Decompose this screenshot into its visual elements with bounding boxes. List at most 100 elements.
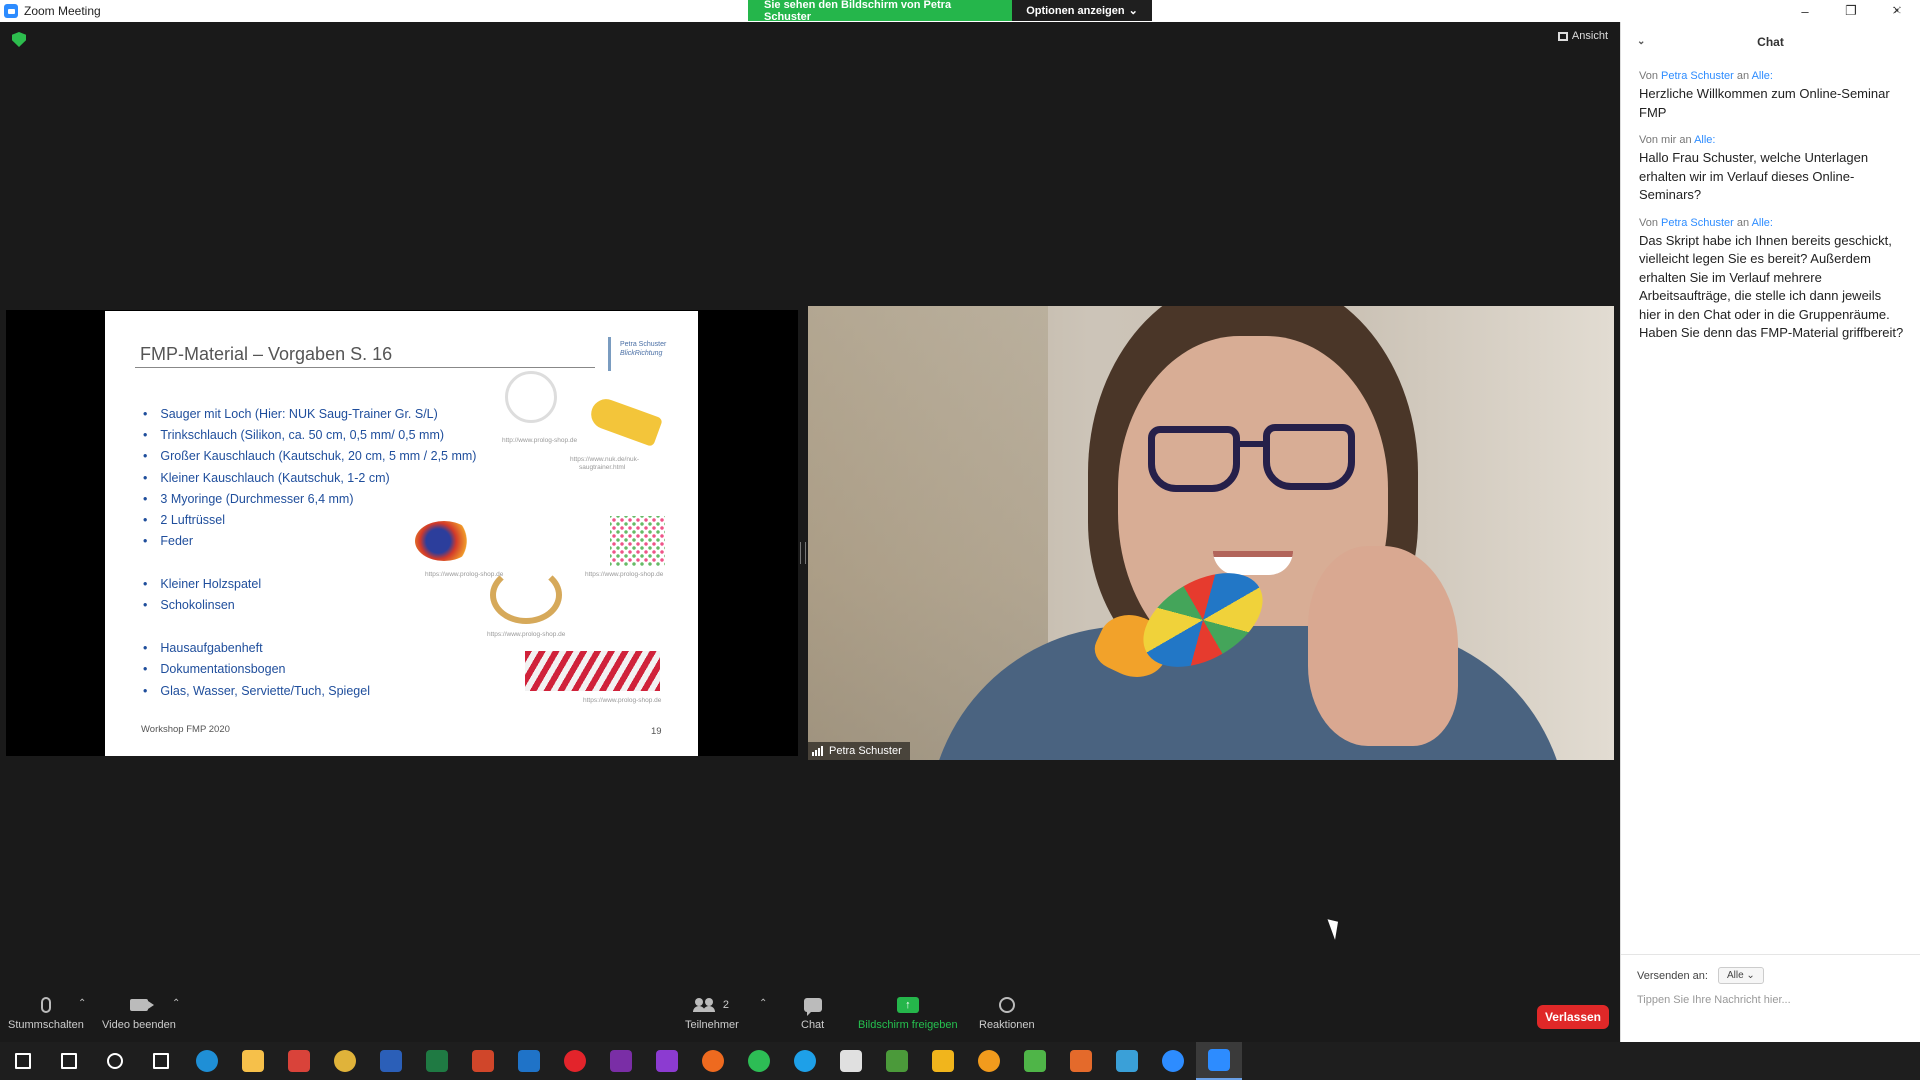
message-sender[interactable]: Petra Schuster <box>1661 70 1734 82</box>
image-source-2b: saugtrainer.html <box>579 464 626 471</box>
view-label: Ansicht <box>1571 30 1608 42</box>
windows-start-taskbar-button[interactable] <box>0 1042 46 1080</box>
app-green-doc-taskbar-button[interactable] <box>874 1042 920 1080</box>
zoom-app-icon <box>4 4 18 18</box>
app-chat-taskbar-button[interactable] <box>1150 1042 1196 1080</box>
message-recipient[interactable]: Alle: <box>1752 70 1773 82</box>
slide-list-spacer <box>143 616 476 637</box>
word-taskbar-button[interactable] <box>368 1042 414 1080</box>
participants-options-caret[interactable]: ⌃ <box>759 998 767 1009</box>
app-puzzle-taskbar-button[interactable] <box>1012 1042 1058 1080</box>
mute-button[interactable]: Stummschalten <box>8 994 84 1031</box>
excel-taskbar-button[interactable] <box>414 1042 460 1080</box>
onenote-taskbar-button[interactable] <box>598 1042 644 1080</box>
presentation-slide: FMP-Material – Vorgaben S. 16 Petra Schu… <box>105 311 698 756</box>
search-taskbar-button[interactable] <box>46 1042 92 1080</box>
cortana-taskbar-button[interactable] <box>92 1042 138 1080</box>
stop-video-label: Video beenden <box>102 1019 176 1031</box>
zoom-taskbar-button[interactable] <box>1196 1042 1242 1080</box>
task-view-taskbar-button[interactable] <box>138 1042 184 1080</box>
send-to-value: Alle <box>1726 970 1744 981</box>
excel-icon <box>426 1050 448 1072</box>
lock-icon <box>932 1050 954 1072</box>
slide-page-number: 19 <box>651 726 662 737</box>
product-image-nuk-trainer <box>586 394 664 448</box>
slack-taskbar-button[interactable] <box>828 1042 874 1080</box>
chat-message: Von Petra Schuster an Alle: Das Skript h… <box>1621 217 1920 343</box>
video-options-caret[interactable]: ⌃ <box>172 998 180 1009</box>
chrome-icon <box>334 1050 356 1072</box>
outlook-icon <box>518 1050 540 1072</box>
file-explorer-taskbar-button[interactable] <box>230 1042 276 1080</box>
firefox-taskbar-button[interactable] <box>690 1042 736 1080</box>
app-red-icon <box>288 1050 310 1072</box>
image-source-6: https://www.prolog-shop.de <box>583 697 662 704</box>
chevron-down-icon[interactable]: ⌄ <box>1637 36 1645 47</box>
app-gear-icon <box>1070 1050 1092 1072</box>
powerpoint-taskbar-button[interactable] <box>460 1042 506 1080</box>
share-screen-label: Bildschirm freigeben <box>858 1019 958 1031</box>
whatsapp-taskbar-button[interactable] <box>736 1042 782 1080</box>
onenote-icon <box>610 1050 632 1072</box>
leave-button[interactable]: Verlassen <box>1537 1005 1609 1029</box>
app-red-taskbar-button[interactable] <box>276 1042 322 1080</box>
meta-prefix: Von <box>1639 216 1658 229</box>
edge-taskbar-button[interactable] <box>184 1042 230 1080</box>
chat-message-meta: Von Petra Schuster an Alle: <box>1639 70 1904 82</box>
view-options-button[interactable]: Optionen anzeigen ⌄ <box>1012 0 1152 21</box>
reactions-button[interactable]: Reaktionen <box>979 994 1035 1031</box>
app-gear-taskbar-button[interactable] <box>1058 1042 1104 1080</box>
reactions-label: Reaktionen <box>979 1019 1035 1031</box>
meeting-area: Ansicht FMP-Material – Vorgaben S. 16 Pe… <box>0 22 1620 990</box>
view-button[interactable]: Ansicht <box>1557 30 1608 42</box>
meta-to-word: an <box>1736 216 1750 229</box>
chat-panel: ⌄ Chat Von Petra Schuster an Alle: Herzl… <box>1620 22 1920 1042</box>
participant-name-tag: Petra Schuster <box>808 742 910 760</box>
participant-video[interactable]: Petra Schuster <box>808 306 1614 760</box>
send-to-select[interactable]: Alle ⌄ <box>1717 967 1764 984</box>
audio-options-caret[interactable]: ⌃ <box>78 998 86 1009</box>
chat-icon <box>803 998 822 1016</box>
chat-button[interactable]: Chat <box>801 994 824 1031</box>
camera-icon <box>129 999 154 1011</box>
opera-taskbar-button[interactable] <box>552 1042 598 1080</box>
splitter-handle[interactable] <box>800 542 806 564</box>
chat-message-text: Das Skript habe ich Ihnen bereits geschi… <box>1639 232 1904 341</box>
lock-taskbar-button[interactable] <box>920 1042 966 1080</box>
mute-label: Stummschalten <box>8 1019 84 1031</box>
chrome-taskbar-button[interactable] <box>322 1042 368 1080</box>
message-recipient[interactable]: Alle: <box>1752 217 1773 229</box>
shared-screen: FMP-Material – Vorgaben S. 16 Petra Schu… <box>6 310 798 756</box>
app-monitor-taskbar-button[interactable] <box>1104 1042 1150 1080</box>
share-screen-button[interactable]: ↑ Bildschirm freigeben <box>858 994 958 1031</box>
message-sender[interactable]: Petra Schuster <box>1661 217 1734 229</box>
shield-icon[interactable] <box>12 32 26 47</box>
participants-icon <box>692 998 715 1012</box>
clock-date: 23.05.2021 <box>1852 21 1908 33</box>
app-purple-icon <box>656 1050 678 1072</box>
app-puzzle-icon <box>1024 1050 1046 1072</box>
meta-prefix: Von <box>1639 134 1658 146</box>
system-clock[interactable]: 18:17 23.05.2021 <box>1853 3 1908 35</box>
zoom-icon <box>1208 1049 1230 1071</box>
skype-taskbar-button[interactable] <box>782 1042 828 1080</box>
stop-video-button[interactable]: Video beenden <box>102 994 176 1031</box>
microphone-icon <box>40 997 51 1013</box>
opera-icon <box>564 1050 586 1072</box>
cortana-icon <box>107 1053 123 1069</box>
minimize-button[interactable]: – <box>1782 0 1828 22</box>
chat-message: Von Petra Schuster an Alle: Herzliche Wi… <box>1621 70 1920 122</box>
participants-button[interactable]: 2 Teilnehmer <box>685 994 739 1031</box>
message-recipient[interactable]: Alle: <box>1694 134 1715 146</box>
chat-message-input[interactable]: Tippen Sie Ihre Nachricht hier... <box>1637 994 1791 1006</box>
chat-message-meta: Von Petra Schuster an Alle: <box>1639 217 1904 229</box>
app-orange-taskbar-button[interactable] <box>966 1042 1012 1080</box>
app-purple-taskbar-button[interactable] <box>644 1042 690 1080</box>
chevron-down-icon: ⌄ <box>1128 5 1138 17</box>
powerpoint-icon <box>472 1050 494 1072</box>
task-view-icon <box>153 1053 169 1069</box>
outlook-taskbar-button[interactable] <box>506 1042 552 1080</box>
participants-count: 2 <box>722 999 729 1011</box>
product-image-feather <box>415 521 473 561</box>
signal-strength-icon <box>812 746 823 756</box>
